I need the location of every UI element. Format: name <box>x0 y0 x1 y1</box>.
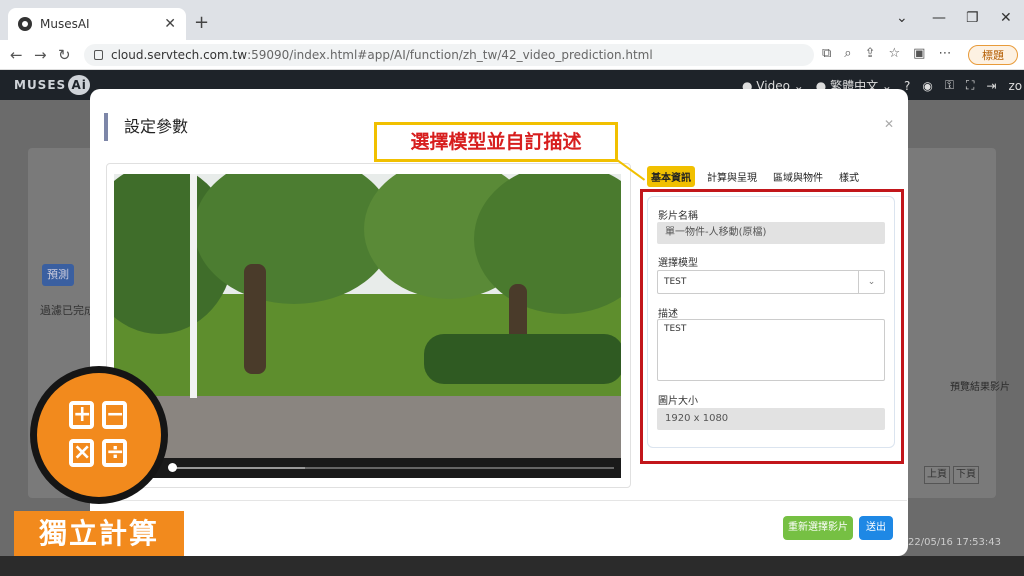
lock-icon <box>94 50 103 60</box>
back-icon[interactable]: ← <box>10 46 23 64</box>
video-name-field: 單一物件-人移動(原檔) <box>657 222 885 244</box>
help-icon[interactable]: ? <box>904 79 910 93</box>
forward-icon[interactable]: → <box>34 46 47 64</box>
video-name-label: 影片名稱 <box>658 211 698 222</box>
backdrop-next-page: 下頁 <box>953 466 979 484</box>
zoom-icon[interactable]: ⌕ <box>844 46 851 61</box>
close-tab-icon[interactable]: ✕ <box>164 16 176 32</box>
chevron-down-icon: ⌄ <box>858 271 884 293</box>
browser-tab[interactable]: MusesAI ✕ <box>8 8 186 40</box>
extensions-icon[interactable]: ⋯ <box>938 46 951 61</box>
backdrop-prev-page: 上頁 <box>924 466 950 484</box>
backdrop-predict-button: 預測 <box>42 264 74 286</box>
video-hedge <box>424 334 621 384</box>
plus-icon: + <box>69 401 94 429</box>
tab-basic-info[interactable]: 基本資訊 <box>647 166 695 187</box>
image-size-label: 圖片大小 <box>658 396 698 407</box>
url-path: :59090/index.html#app/AI/function/zh_tw/… <box>247 48 653 62</box>
backdrop-status-text: 過濾已完成 <box>40 304 95 317</box>
backdrop-timestamp: 22/05/16 17:53:43 <box>908 537 1002 548</box>
model-label: 選擇模型 <box>658 258 698 269</box>
profile-button[interactable]: 標題 <box>968 45 1018 65</box>
bottom-bar <box>0 556 1024 576</box>
favicon-icon <box>18 17 32 31</box>
tab-title: MusesAI <box>40 17 90 31</box>
translate-icon[interactable]: ⧉ <box>822 46 831 61</box>
new-tab-icon[interactable]: + <box>194 12 209 33</box>
reload-icon[interactable]: ↻ <box>58 46 71 64</box>
minus-icon: − <box>102 401 127 429</box>
browser-tabstrip: MusesAI ✕ + ⌄ — ❐ ✕ <box>0 0 1024 40</box>
close-window-icon[interactable]: ✕ <box>1000 10 1012 26</box>
image-size-field: 1920 x 1080 <box>657 408 885 430</box>
video-progress-knob[interactable] <box>168 463 177 472</box>
address-bar[interactable]: cloud.servtech.com.tw:59090/index.html#a… <box>84 44 814 66</box>
video-pole <box>190 174 197 398</box>
settings-icon[interactable]: ◉ <box>922 79 932 93</box>
video-road <box>114 396 621 458</box>
video-progress-fill <box>172 467 305 469</box>
logo-suffix: Ai <box>68 75 91 95</box>
key-icon[interactable]: ⚿ <box>945 78 954 93</box>
video-controls <box>114 458 621 478</box>
overlay-label: 獨立計算 <box>14 511 184 556</box>
description-label: 描述 <box>658 309 678 320</box>
maximize-icon[interactable]: ❐ <box>966 10 979 26</box>
video-trunk <box>244 264 266 374</box>
model-select-value: TEST <box>664 277 687 287</box>
logout-icon[interactable]: ⇥ <box>986 79 996 93</box>
tab-region-object[interactable]: 區域與物件 <box>769 166 827 187</box>
modal-tabs: 基本資訊 計算與呈現 區域與物件 樣式 <box>647 166 863 187</box>
model-select[interactable]: TEST ⌄ <box>657 270 885 294</box>
modal-close-icon[interactable]: ✕ <box>884 117 894 131</box>
url-host: cloud.servtech.com.tw <box>111 48 248 62</box>
app-logo: MUSES Ai <box>14 75 91 95</box>
minimize-icon[interactable]: — <box>932 10 946 26</box>
side-panel-icon[interactable]: ▣ <box>913 46 925 61</box>
times-icon: × <box>69 439 94 467</box>
user-name: zo <box>1008 78 1023 93</box>
browser-toolbar: ← → ↻ cloud.servtech.com.tw:59090/index.… <box>0 40 1024 70</box>
modal-footer-divider <box>91 500 907 501</box>
bookmark-star-icon[interactable]: ☆ <box>888 46 900 61</box>
modal-title: 設定參數 <box>104 113 188 141</box>
logo-text: MUSES <box>14 78 67 92</box>
badge-inner: + − × ÷ <box>37 373 161 497</box>
annotation-callout: 選擇模型並自訂描述 <box>374 122 618 162</box>
share-icon[interactable]: ⇪ <box>865 46 876 61</box>
submit-button[interactable]: 送出 <box>859 516 893 540</box>
description-textarea[interactable]: TEST <box>657 319 885 381</box>
fullscreen-icon[interactable]: ⛶ <box>966 78 974 93</box>
calculator-icon: + − × ÷ <box>69 401 129 469</box>
toolbar-icons: ⧉ ⌕ ⇪ ☆ ▣ ⋯ <box>822 46 951 61</box>
calculator-badge: + − × ÷ <box>30 366 168 504</box>
reselect-video-button[interactable]: 重新選擇影片 <box>783 516 853 540</box>
video-player[interactable] <box>114 174 621 478</box>
tab-style[interactable]: 樣式 <box>835 166 863 187</box>
tab-compute-display[interactable]: 計算與呈現 <box>703 166 761 187</box>
tab-search-icon[interactable]: ⌄ <box>896 10 908 26</box>
backdrop-column-header: 預覽結果影片 <box>950 382 1010 393</box>
divide-icon: ÷ <box>102 439 127 467</box>
